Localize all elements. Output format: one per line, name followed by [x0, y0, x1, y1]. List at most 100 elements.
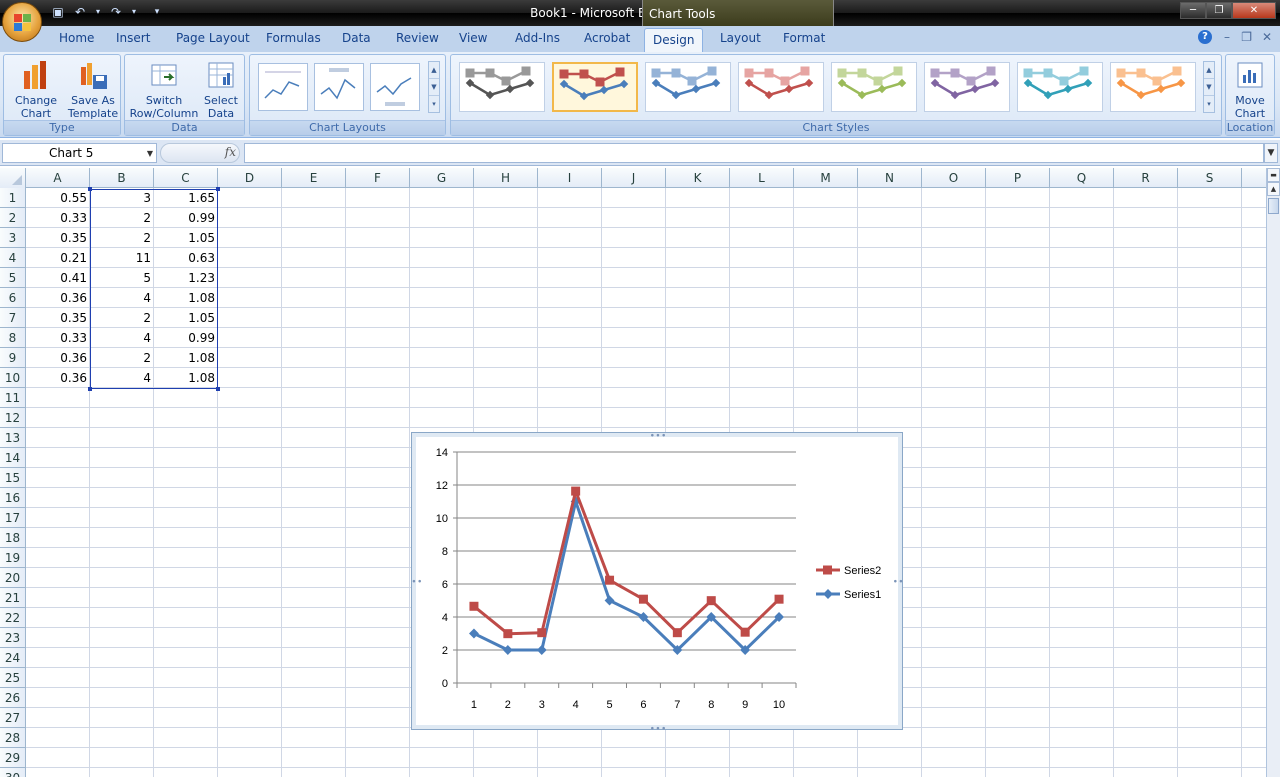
- row-header-7[interactable]: 7: [0, 308, 26, 328]
- cell-a7[interactable]: 0.35: [26, 308, 89, 328]
- row-header-19[interactable]: 19: [0, 548, 26, 568]
- column-header-l[interactable]: L: [730, 168, 794, 188]
- styles-scroll-down-icon[interactable]: ▼: [1204, 79, 1214, 96]
- chart-layout-3[interactable]: [370, 63, 420, 111]
- column-header-s[interactable]: S: [1178, 168, 1242, 188]
- office-button[interactable]: [2, 2, 42, 42]
- row-header-12[interactable]: 12: [0, 408, 26, 428]
- ribbon-restore-icon[interactable]: ❐: [1241, 30, 1252, 44]
- embedded-chart[interactable]: ∙∙∙∙∙∙∙∙∙∙∙∙0246810121412345678910Series…: [411, 432, 904, 731]
- row-header-4[interactable]: 4: [0, 248, 26, 268]
- tab-add-ins[interactable]: Add-Ins: [515, 31, 560, 45]
- row-header-18[interactable]: 18: [0, 528, 26, 548]
- scroll-thumb[interactable]: [1268, 198, 1279, 214]
- close-button[interactable]: ✕: [1232, 2, 1276, 19]
- range-handle-bottom-left[interactable]: [88, 387, 92, 391]
- chart-style-5[interactable]: [831, 62, 917, 112]
- row-header-14[interactable]: 14: [0, 448, 26, 468]
- minimize-button[interactable]: ─: [1180, 2, 1206, 19]
- scroll-up-icon[interactable]: ▲: [429, 62, 439, 79]
- row-header-9[interactable]: 9: [0, 348, 26, 368]
- chart-style-2[interactable]: [552, 62, 638, 112]
- column-header-f[interactable]: F: [346, 168, 410, 188]
- range-handle-top-left[interactable]: [88, 187, 92, 191]
- column-header-c[interactable]: C: [154, 168, 218, 188]
- chart-style-3[interactable]: [645, 62, 731, 112]
- row-header-16[interactable]: 16: [0, 488, 26, 508]
- tab-insert[interactable]: Insert: [116, 31, 150, 45]
- row-header-21[interactable]: 21: [0, 588, 26, 608]
- cell-a10[interactable]: 0.36: [26, 368, 89, 388]
- cell-a4[interactable]: 0.21: [26, 248, 89, 268]
- vertical-scrollbar[interactable]: ▬ ▲: [1266, 168, 1280, 777]
- select-data-button[interactable]: Select Data: [201, 57, 241, 120]
- formula-input[interactable]: [244, 143, 1264, 163]
- name-box[interactable]: Chart 5 ▼: [2, 143, 157, 163]
- row-header-20[interactable]: 20: [0, 568, 26, 588]
- chart-layout-2[interactable]: [314, 63, 364, 111]
- row-header-1[interactable]: 1: [0, 188, 26, 208]
- column-header-q[interactable]: Q: [1050, 168, 1114, 188]
- row-header-30[interactable]: 30: [0, 768, 26, 777]
- column-header-r[interactable]: R: [1114, 168, 1178, 188]
- more-layouts-icon[interactable]: ▾: [429, 96, 439, 113]
- row-header-25[interactable]: 25: [0, 668, 26, 688]
- cell-a3[interactable]: 0.35: [26, 228, 89, 248]
- column-header-g[interactable]: G: [410, 168, 474, 188]
- cell-a8[interactable]: 0.33: [26, 328, 89, 348]
- chart-style-8[interactable]: [1110, 62, 1196, 112]
- row-header-22[interactable]: 22: [0, 608, 26, 628]
- switch-row-column-button[interactable]: Switch Row/Column: [129, 57, 199, 120]
- scroll-up-arrow-icon[interactable]: ▲: [1267, 182, 1280, 196]
- column-header-a[interactable]: A: [26, 168, 90, 188]
- move-chart-button[interactable]: Move Chart: [1228, 57, 1272, 120]
- chart-style-1[interactable]: [459, 62, 545, 112]
- row-header-15[interactable]: 15: [0, 468, 26, 488]
- column-header-d[interactable]: D: [218, 168, 282, 188]
- range-handle-top-right[interactable]: [216, 187, 220, 191]
- cell-a2[interactable]: 0.33: [26, 208, 89, 228]
- row-header-3[interactable]: 3: [0, 228, 26, 248]
- restore-button[interactable]: ❐: [1206, 2, 1232, 19]
- tab-formulas[interactable]: Formulas: [266, 31, 321, 45]
- expand-formula-bar-icon[interactable]: ▼: [1264, 143, 1278, 163]
- tab-review[interactable]: Review: [396, 31, 439, 45]
- column-header-n[interactable]: N: [858, 168, 922, 188]
- tab-format[interactable]: Format: [783, 31, 825, 45]
- more-styles-icon[interactable]: ▾: [1204, 96, 1214, 113]
- chart-styles-scroller[interactable]: ▲ ▼ ▾: [1203, 61, 1215, 113]
- row-header-5[interactable]: 5: [0, 268, 26, 288]
- tab-data[interactable]: Data: [342, 31, 371, 45]
- chart-style-4[interactable]: [738, 62, 824, 112]
- row-header-6[interactable]: 6: [0, 288, 26, 308]
- column-header-b[interactable]: B: [90, 168, 154, 188]
- chart-layout-1[interactable]: [258, 63, 308, 111]
- tab-page-layout[interactable]: Page Layout: [176, 31, 250, 45]
- row-header-24[interactable]: 24: [0, 648, 26, 668]
- row-header-27[interactable]: 27: [0, 708, 26, 728]
- row-header-10[interactable]: 10: [0, 368, 26, 388]
- chart-style-6[interactable]: [924, 62, 1010, 112]
- tab-acrobat[interactable]: Acrobat: [584, 31, 630, 45]
- row-header-26[interactable]: 26: [0, 688, 26, 708]
- row-header-2[interactable]: 2: [0, 208, 26, 228]
- insert-function-button[interactable]: fx: [225, 145, 236, 159]
- range-handle-bottom-right[interactable]: [216, 387, 220, 391]
- split-box-icon[interactable]: ▬: [1267, 168, 1280, 182]
- row-header-29[interactable]: 29: [0, 748, 26, 768]
- tab-design[interactable]: Design: [644, 28, 704, 52]
- cell-a1[interactable]: 0.55: [26, 188, 89, 208]
- row-header-28[interactable]: 28: [0, 728, 26, 748]
- tab-home[interactable]: Home: [59, 31, 94, 45]
- ribbon-minimize-icon[interactable]: –: [1224, 30, 1230, 44]
- help-icon[interactable]: ?: [1198, 30, 1212, 44]
- scroll-down-icon[interactable]: ▼: [429, 79, 439, 96]
- column-header-o[interactable]: O: [922, 168, 986, 188]
- tab-view[interactable]: View: [459, 31, 487, 45]
- column-header-m[interactable]: M: [794, 168, 858, 188]
- row-header-8[interactable]: 8: [0, 328, 26, 348]
- column-header-e[interactable]: E: [282, 168, 346, 188]
- row-header-11[interactable]: 11: [0, 388, 26, 408]
- row-header-23[interactable]: 23: [0, 628, 26, 648]
- select-all-button[interactable]: [0, 168, 26, 188]
